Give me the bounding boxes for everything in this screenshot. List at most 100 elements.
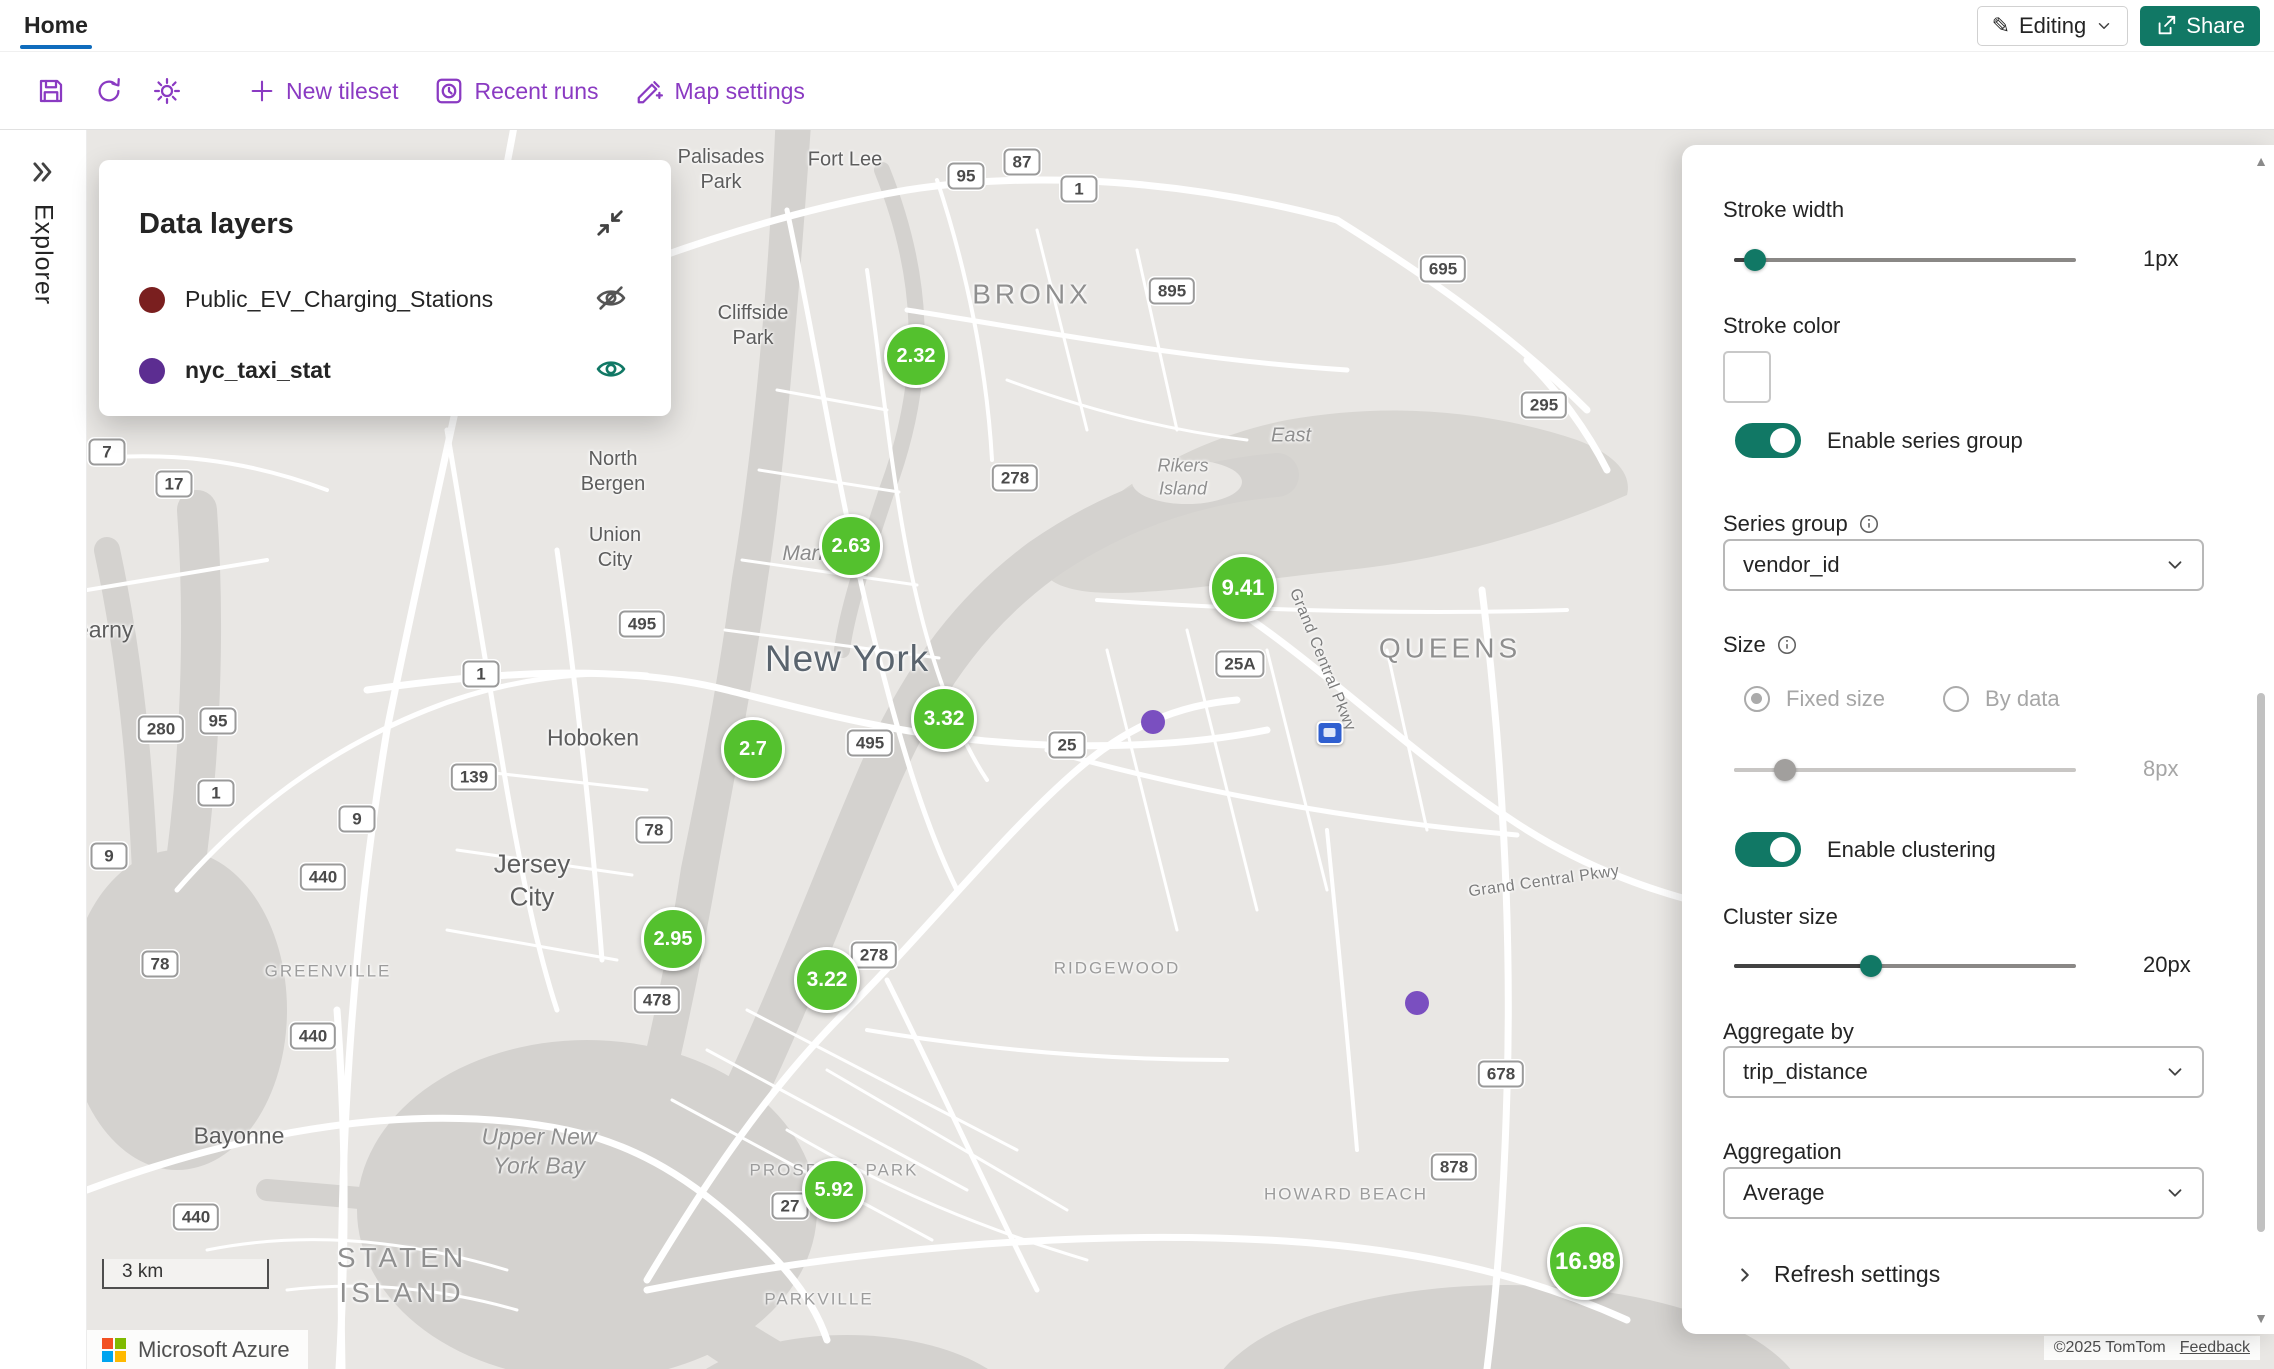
slider-thumb[interactable] <box>1744 249 1766 271</box>
road-shield: 440 <box>300 864 346 891</box>
road-shield: 280 <box>138 716 184 743</box>
map-label: Fort Lee <box>808 148 882 173</box>
map-label: New York <box>765 636 929 682</box>
chevron-down-icon <box>2095 17 2113 35</box>
cluster-bubble[interactable]: 2.63 <box>819 514 883 578</box>
scrollbar-thumb[interactable] <box>2257 693 2265 1233</box>
map-label: Jersey City <box>494 848 571 913</box>
size-slider[interactable]: 8px <box>1723 758 2204 782</box>
map-label: QUEENS <box>1379 631 1521 666</box>
stroke-width-label: Stroke width <box>1723 197 2204 223</box>
editing-button[interactable]: ✎ Editing <box>1977 6 2129 46</box>
stroke-width-slider[interactable]: 1px <box>1723 248 2204 272</box>
enable-series-group-toggle[interactable] <box>1735 423 1801 458</box>
aggregation-label: Aggregation <box>1723 1139 2204 1165</box>
taxi-point-marker[interactable] <box>1405 991 1429 1015</box>
cluster-bubble[interactable]: 3.22 <box>794 947 860 1013</box>
aggregation-value: Average <box>1743 1180 1825 1206</box>
map-label: RIDGEWOOD <box>1054 957 1181 978</box>
cluster-size-label: Cluster size <box>1723 904 2204 930</box>
series-group-dropdown[interactable]: vendor_id <box>1723 539 2204 591</box>
map-label: Rikers Island <box>1157 455 1208 500</box>
chevron-down-icon <box>2164 1182 2186 1204</box>
refresh-settings-expander[interactable]: Refresh settings <box>1734 1261 2204 1288</box>
map-scale: 3 km <box>102 1259 269 1289</box>
scroll-up-icon[interactable]: ▲ <box>2250 153 2272 169</box>
cluster-bubble[interactable]: 2.95 <box>641 907 705 971</box>
content-area: Explorer <box>0 130 2274 1369</box>
road-shield: 17 <box>156 471 193 498</box>
share-label: Share <box>2186 13 2245 39</box>
road-shield: 7 <box>89 439 126 466</box>
explorer-label[interactable]: Explorer <box>29 204 58 305</box>
map-settings-button[interactable]: Map settings <box>621 65 819 117</box>
scroll-down-icon[interactable]: ▼ <box>2250 1310 2272 1326</box>
visibility-toggle-eye-off-icon[interactable] <box>591 281 631 318</box>
map-label: HOWARD BEACH <box>1264 1183 1428 1204</box>
refresh-button[interactable] <box>84 65 134 117</box>
refresh-settings-label: Refresh settings <box>1774 1261 1940 1288</box>
series-group-label: Series group <box>1723 511 2204 537</box>
taxi-point-marker[interactable] <box>1141 710 1165 734</box>
layer-color-dot <box>139 358 165 384</box>
map-label: Hoboken <box>547 724 639 753</box>
save-button[interactable] <box>26 65 76 117</box>
cluster-bubble[interactable]: 2.7 <box>721 717 785 781</box>
road-shield: 78 <box>636 817 673 844</box>
chevron-down-icon <box>2164 1061 2186 1083</box>
road-shield: 1 <box>463 661 500 688</box>
cluster-bubble[interactable]: 3.32 <box>911 686 977 752</box>
fixed-size-radio[interactable] <box>1744 686 1770 712</box>
road-shield: 278 <box>851 942 897 969</box>
road-shield: 295 <box>1521 392 1567 419</box>
road-shield: 1 <box>198 780 235 807</box>
cluster-bubble[interactable]: 9.41 <box>1209 554 1277 622</box>
road-shield: 25A <box>1215 651 1264 678</box>
road-shield: 95 <box>948 163 985 190</box>
map-label: Kearny <box>87 616 133 645</box>
settings-scrollbar[interactable]: ▲ ▼ <box>2250 153 2272 1326</box>
layer-row-nyc-taxi[interactable]: nyc_taxi_stat <box>139 352 631 389</box>
map-label: STATEN ISLAND <box>337 1240 467 1310</box>
new-tileset-button[interactable]: New tileset <box>234 65 412 117</box>
collapse-panel-button[interactable] <box>589 202 631 247</box>
cluster-bubble[interactable]: 16.98 <box>1547 1224 1623 1300</box>
cluster-size-slider[interactable]: 20px <box>1723 954 2204 978</box>
map-label: East <box>1271 424 1311 449</box>
share-button[interactable]: Share <box>2140 6 2260 46</box>
slider-thumb[interactable] <box>1860 955 1882 977</box>
map-label: Grand Central Pkwy <box>1467 862 1620 903</box>
cluster-bubble[interactable]: 2.32 <box>884 324 948 388</box>
settings-panel: Stroke width 1px Stroke color Enable ser… <box>1682 145 2274 1334</box>
azure-label: Microsoft Azure <box>138 1337 290 1363</box>
clustering-toggle-row: Enable clustering <box>1735 832 2204 867</box>
map-label: BRONX <box>972 277 1092 312</box>
info-icon[interactable] <box>1858 513 1880 535</box>
collapse-icon <box>595 208 625 238</box>
visibility-toggle-eye-icon[interactable] <box>591 352 631 389</box>
topbar-actions: ✎ Editing Share <box>1977 6 2260 46</box>
explorer-rail: Explorer <box>0 130 87 1369</box>
road-shield: 278 <box>992 465 1038 492</box>
cluster-bubble[interactable]: 5.92 <box>802 1158 866 1222</box>
app-window: Home ✎ Editing Share New tileset <box>0 0 2274 1369</box>
layer-row-ev-charging[interactable]: Public_EV_Charging_Stations <box>139 281 631 318</box>
double-chevron-right-icon[interactable] <box>29 158 57 186</box>
road-shield: 87 <box>1004 149 1041 176</box>
road-shield: 895 <box>1149 278 1195 305</box>
enable-clustering-toggle[interactable] <box>1735 832 1801 867</box>
slider-thumb[interactable] <box>1774 759 1796 781</box>
aggregation-dropdown[interactable]: Average <box>1723 1167 2204 1219</box>
layer-name: nyc_taxi_stat <box>185 357 571 384</box>
tab-home[interactable]: Home <box>24 12 88 39</box>
recent-runs-button[interactable]: Recent runs <box>420 65 612 117</box>
layer-name: Public_EV_Charging_Stations <box>185 286 571 313</box>
info-icon[interactable] <box>1776 634 1798 656</box>
feedback-link[interactable]: Feedback <box>2180 1339 2250 1357</box>
aggregate-by-dropdown[interactable]: trip_distance <box>1723 1046 2204 1098</box>
road-shield: 878 <box>1431 1154 1477 1181</box>
stroke-color-swatch[interactable] <box>1723 351 1771 403</box>
settings-button[interactable] <box>142 65 192 117</box>
by-data-radio[interactable] <box>1943 686 1969 712</box>
map-blue-icon[interactable] <box>1317 721 1344 745</box>
